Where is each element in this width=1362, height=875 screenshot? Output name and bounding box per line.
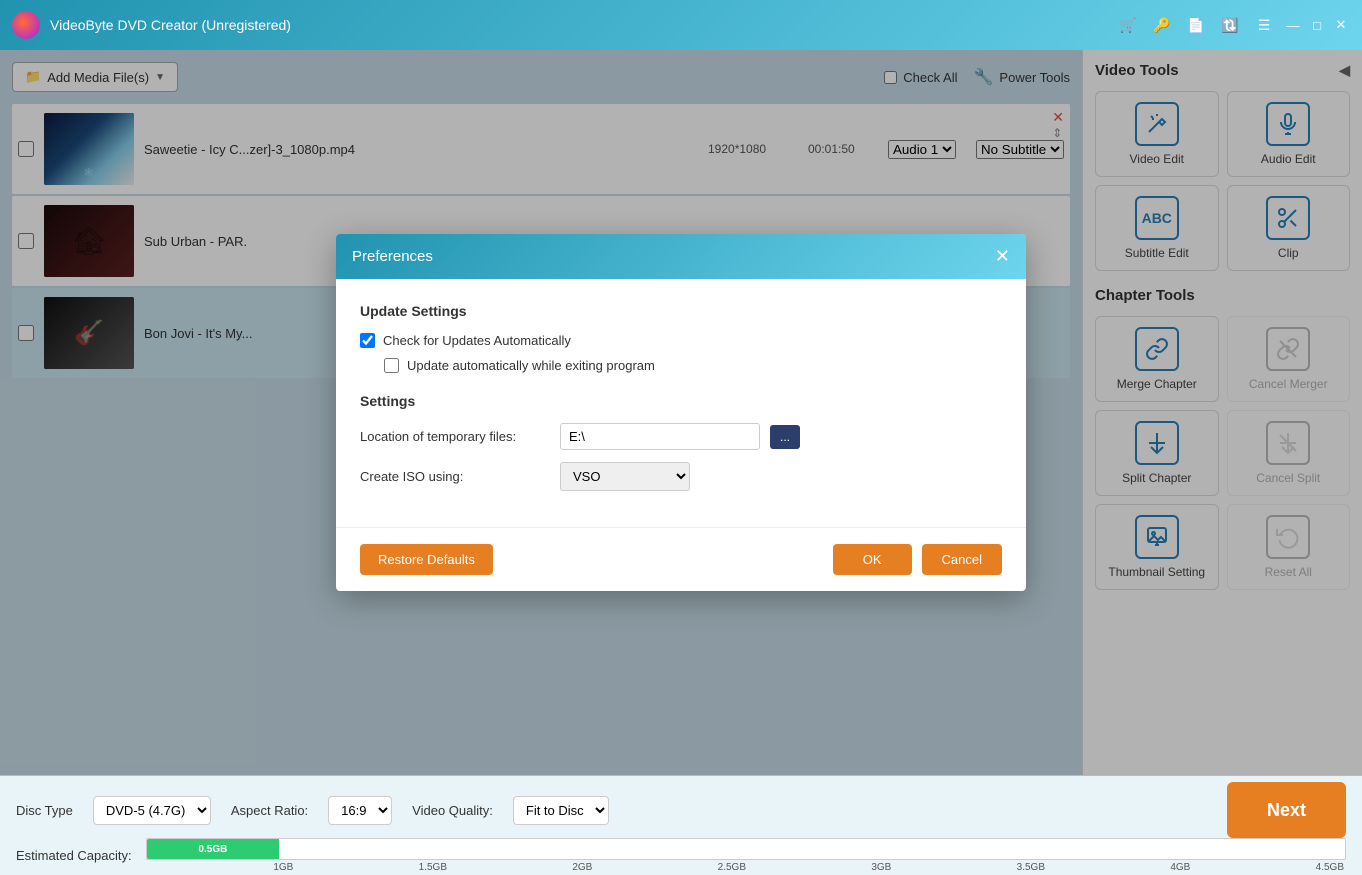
check-updates-checkbox[interactable]	[360, 333, 375, 348]
aspect-ratio-label: Aspect Ratio:	[231, 803, 308, 818]
disc-type-select[interactable]: DVD-5 (4.7G) DVD-9 (8.5G)	[93, 796, 211, 825]
modal-close-button[interactable]: ✕	[995, 246, 1010, 267]
temp-files-input[interactable]	[560, 423, 760, 450]
settings-section: Settings Location of temporary files: ..…	[360, 393, 1002, 491]
auto-update-checkbox[interactable]	[384, 358, 399, 373]
modal-actions: OK Cancel	[833, 544, 1002, 575]
app-logo	[12, 11, 40, 39]
capacity-row: Estimated Capacity: 0.5GB 1GB 1.5GB 2GB …	[16, 838, 1346, 873]
auto-update-label: Update automatically while exiting progr…	[407, 358, 655, 373]
modal-title: Preferences	[352, 248, 433, 265]
key-icon[interactable]: 🔑	[1152, 15, 1172, 35]
capacity-fill: 0.5GB	[147, 839, 279, 859]
browse-button[interactable]: ...	[770, 425, 800, 449]
minimize-button[interactable]: —	[1284, 16, 1302, 34]
ok-button[interactable]: OK	[833, 544, 912, 575]
iso-row: Create ISO using: VSO ImgBurn	[360, 462, 1002, 491]
video-quality-label: Video Quality:	[412, 803, 493, 818]
titlebar: VideoByte DVD Creator (Unregistered) 🛒 🔑…	[0, 0, 1362, 50]
modal-body: Update Settings Check for Updates Automa…	[336, 279, 1026, 527]
maximize-button[interactable]: □	[1308, 16, 1326, 34]
iso-label: Create ISO using:	[360, 469, 550, 484]
temp-files-row: Location of temporary files: ...	[360, 423, 1002, 450]
auto-update-row: Update automatically while exiting progr…	[360, 358, 1002, 373]
preferences-modal: Preferences ✕ Update Settings Check for …	[336, 234, 1026, 591]
iso-select[interactable]: VSO ImgBurn	[560, 462, 690, 491]
next-button[interactable]: Next	[1227, 782, 1346, 838]
bottom-bar: Disc Type DVD-5 (4.7G) DVD-9 (8.5G) Aspe…	[0, 775, 1362, 875]
check-updates-row: Check for Updates Automatically	[360, 333, 1002, 348]
cancel-button[interactable]: Cancel	[922, 544, 1002, 575]
restore-defaults-button[interactable]: Restore Defaults	[360, 544, 493, 575]
close-button[interactable]: ✕	[1332, 16, 1350, 34]
update-settings-heading: Update Settings	[360, 303, 1002, 319]
video-quality-select[interactable]: Fit to Disc High Medium Low	[513, 796, 609, 825]
window-controls: — □ ✕	[1284, 16, 1350, 34]
capacity-bar-wrapper: 0.5GB 1GB 1.5GB 2GB 2.5GB 3GB 3.5GB 4GB …	[146, 838, 1346, 873]
disc-type-label: Disc Type	[16, 803, 73, 818]
modal-footer: Restore Defaults OK Cancel	[336, 527, 1026, 591]
capacity-label: Estimated Capacity:	[16, 848, 136, 863]
cart-icon[interactable]: 🛒	[1118, 15, 1138, 35]
temp-files-label: Location of temporary files:	[360, 429, 550, 444]
modal-header: Preferences ✕	[336, 234, 1026, 279]
bottom-controls-row: Disc Type DVD-5 (4.7G) DVD-9 (8.5G) Aspe…	[16, 782, 1346, 838]
check-updates-label: Check for Updates Automatically	[383, 333, 571, 348]
settings-heading: Settings	[360, 393, 1002, 409]
capacity-bar: 0.5GB	[146, 838, 1346, 860]
titlebar-icons: 🛒 🔑 📄 🔃 ☰	[1118, 15, 1274, 35]
capacity-tick-labels: 1GB 1.5GB 2GB 2.5GB 3GB 3.5GB 4GB 4.5GB	[146, 862, 1346, 873]
modal-overlay: Preferences ✕ Update Settings Check for …	[0, 50, 1362, 775]
menu-icon[interactable]: ☰	[1254, 15, 1274, 35]
app-title: VideoByte DVD Creator (Unregistered)	[50, 17, 1118, 33]
doc-icon[interactable]: 📄	[1186, 15, 1206, 35]
aspect-ratio-select[interactable]: 16:9 4:3	[328, 796, 392, 825]
update-icon[interactable]: 🔃	[1220, 15, 1240, 35]
